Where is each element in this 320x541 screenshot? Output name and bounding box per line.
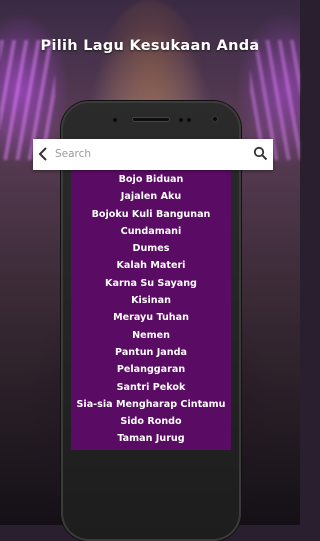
song-list-item[interactable]: Jajalen Aku bbox=[71, 188, 231, 205]
song-list-item[interactable]: Taman Jurug bbox=[71, 430, 231, 447]
song-list-item[interactable]: Merayu Tuhan bbox=[71, 309, 231, 326]
sensor-dot bbox=[187, 118, 191, 122]
song-list-item[interactable]: Kalah Materi bbox=[71, 257, 231, 274]
page-title: Pilih Lagu Kesukaan Anda bbox=[40, 38, 260, 54]
search-input[interactable] bbox=[55, 143, 245, 165]
song-list-item[interactable]: Nemen bbox=[71, 327, 231, 344]
song-list-item[interactable]: Pelanggaran bbox=[71, 361, 231, 378]
song-list: Bojo Biduan Jajalen Aku Bojoku Kuli Bangun… bbox=[71, 171, 231, 448]
search-bar bbox=[33, 139, 273, 170]
song-list-item[interactable]: Sia-sia Mengharap Cintamu bbox=[71, 396, 231, 413]
song-list-item[interactable]: Kisinan bbox=[71, 292, 231, 309]
song-list-item[interactable]: Pantun Janda bbox=[71, 344, 231, 361]
sensor-dot bbox=[179, 118, 183, 122]
song-list-item[interactable]: Bojo Biduan bbox=[71, 171, 231, 188]
chevron-left-icon[interactable] bbox=[36, 145, 50, 163]
song-list-item[interactable]: Bojoku Kuli Bangunan bbox=[71, 206, 231, 223]
song-list-item[interactable]: Karna Su Sayang bbox=[71, 275, 231, 292]
song-list-item[interactable]: Dumes bbox=[71, 240, 231, 257]
song-list-panel[interactable]: Bojo Biduan Jajalen Aku Bojoku Kuli Bangun… bbox=[71, 145, 231, 450]
phone-camera bbox=[211, 115, 219, 123]
song-list-item[interactable]: Cundamani bbox=[71, 223, 231, 240]
search-icon[interactable] bbox=[253, 146, 268, 161]
phone-speaker bbox=[132, 117, 170, 122]
song-list-item[interactable]: Sido Rondo bbox=[71, 413, 231, 430]
sensor-dot bbox=[113, 118, 117, 122]
song-list-item[interactable]: Santri Pekok bbox=[71, 379, 231, 396]
